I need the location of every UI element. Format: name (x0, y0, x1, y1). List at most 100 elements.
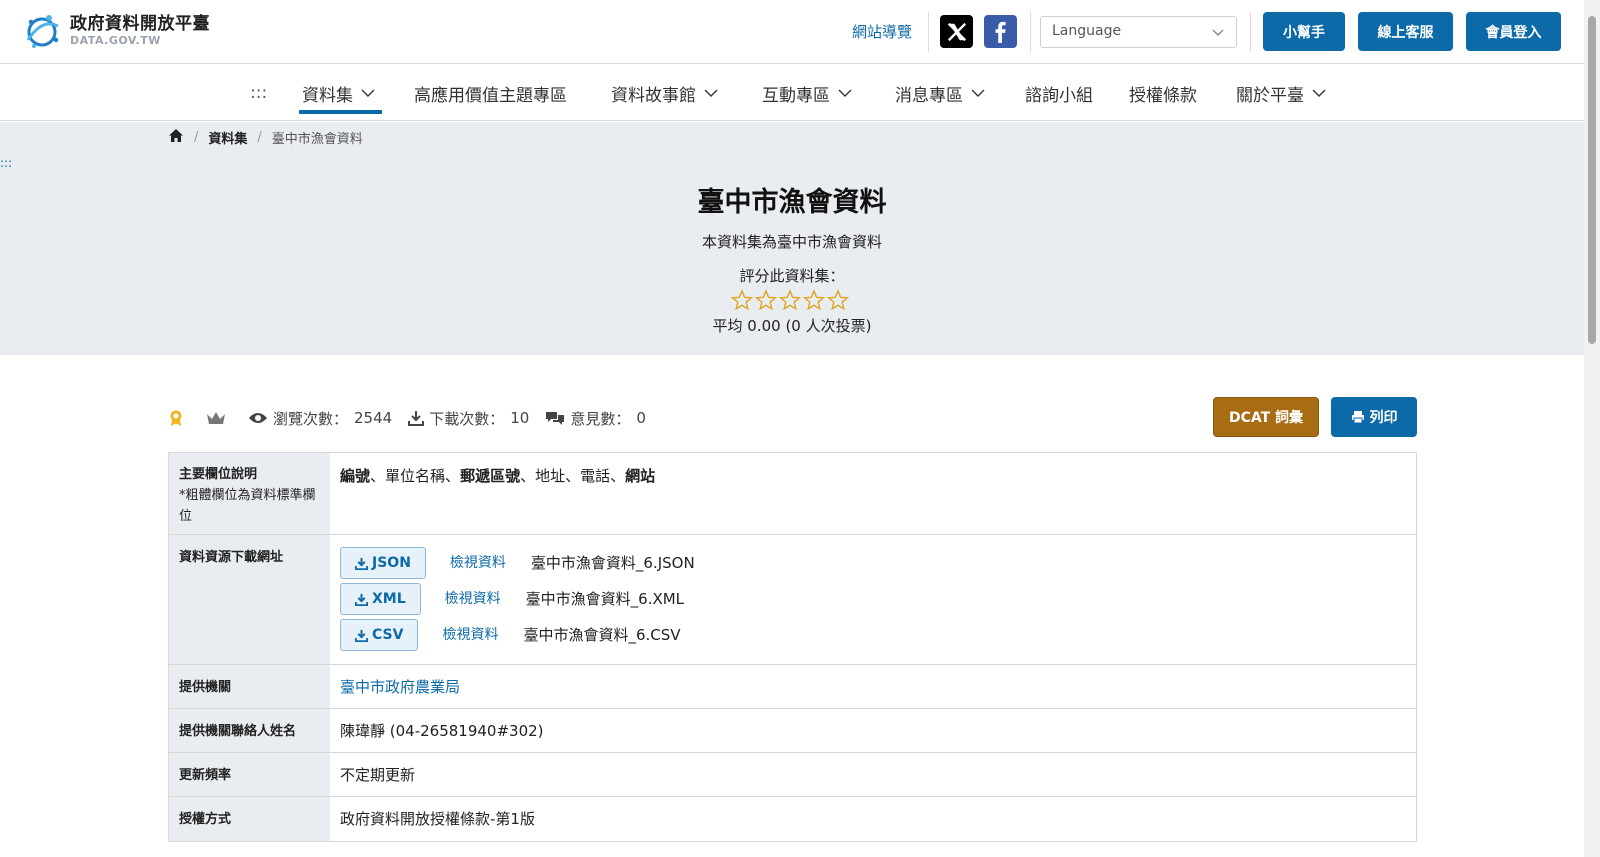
logo-subtitle: DATA.GOV.TW (70, 34, 161, 47)
agency-link[interactable]: 臺中市政府農業局 (340, 678, 460, 696)
star-icon[interactable] (802, 289, 826, 311)
contact-value: 陳瑋靜 (04-26581940#302) (340, 722, 544, 740)
downloads-count: 10 (510, 409, 530, 427)
downloads-stat: 下載次數： 10 (408, 408, 529, 429)
logo-title: 政府資料開放平臺 (70, 14, 210, 34)
frequency-label: 更新頻率 (169, 753, 330, 796)
star-icon[interactable] (826, 289, 850, 311)
download-json-button[interactable]: JSON (340, 547, 426, 579)
license-label: 授權方式 (169, 797, 330, 841)
fields-note: *粗體欄位為資料標準欄位 (179, 488, 316, 524)
download-format: XML (372, 591, 406, 607)
field-name: 、 (370, 467, 386, 485)
breadcrumb-separator: / (257, 130, 262, 145)
resource-filename: 臺中市漁會資料_6.JSON (530, 554, 695, 572)
nav-item-datasets[interactable]: 資料集 (302, 81, 375, 106)
site-logo[interactable]: 政府資料開放平臺 DATA.GOV.TW (22, 10, 210, 52)
agency-label: 提供機關 (169, 665, 330, 708)
nav-item-news[interactable]: 消息專區 (895, 81, 985, 106)
helper-button[interactable]: 小幫手 (1263, 12, 1345, 51)
nav-item-stories[interactable]: 資料故事館 (611, 81, 718, 106)
nav-item-high-value[interactable]: 高應用價值主題專區 (414, 81, 567, 106)
resource-filename: 臺中市漁會資料_6.XML (525, 590, 685, 608)
nav-item-label: 高應用價值主題專區 (414, 85, 567, 106)
star-icon[interactable] (778, 289, 802, 311)
nav-item-label: 資料集 (302, 85, 353, 106)
star-icon[interactable] (730, 289, 754, 311)
nav-item-label: 關於平臺 (1236, 85, 1304, 106)
download-xml-button[interactable]: XML (340, 583, 421, 615)
sitemap-link[interactable]: 網站導覽 (852, 21, 912, 42)
view-data-link[interactable]: 檢視資料 (445, 587, 501, 611)
resource-item: JSON 檢視資料 臺中市漁會資料_6.JSON (340, 545, 1406, 581)
download-icon (355, 593, 368, 606)
field-name: 、 (565, 467, 581, 485)
nav-item-license[interactable]: 授權條款 (1129, 81, 1197, 106)
home-icon[interactable] (168, 128, 184, 147)
comments-icon (546, 412, 565, 425)
quality-badge-icon (168, 409, 189, 427)
login-button[interactable]: 會員登入 (1466, 12, 1561, 51)
contact-label: 提供機關聯絡人姓名 (169, 709, 330, 752)
nav-item-about[interactable]: 關於平臺 (1236, 81, 1326, 106)
chevron-down-icon (1312, 89, 1326, 97)
table-row-frequency: 更新頻率 不定期更新 (169, 753, 1416, 797)
dataset-hero: / 資料集 / 臺中市漁會資料 ::: 臺中市漁會資料 本資料集為臺中市漁會資料… (0, 122, 1584, 355)
nav-item-label: 諮詢小組 (1025, 85, 1093, 106)
breadcrumb-separator: / (194, 130, 199, 145)
star-icon[interactable] (754, 289, 778, 311)
nav-item-advisory[interactable]: 諮詢小組 (1025, 81, 1093, 106)
comments-count: 0 (636, 409, 646, 427)
download-icon (408, 411, 425, 426)
field-name: 地址 (535, 467, 566, 485)
downloads-label: 下載次數： (429, 409, 505, 428)
breadcrumb: / 資料集 / 臺中市漁會資料 (168, 128, 363, 147)
view-data-link[interactable]: 檢視資料 (450, 551, 506, 575)
chevron-down-icon (838, 89, 852, 97)
chevron-down-icon (361, 89, 375, 97)
rating-label: 評分此資料集： (739, 267, 845, 285)
online-support-button[interactable]: 線上客服 (1358, 12, 1453, 51)
scrollbar-thumb[interactable] (1588, 16, 1596, 344)
views-label: 瀏覽次數： (273, 409, 349, 428)
dataset-stats: 瀏覽次數： 2544 下載次數： 10 意見數： 0 (168, 402, 662, 434)
chevron-down-icon (1212, 26, 1224, 42)
content-skip-anchor[interactable]: ::: (0, 156, 12, 170)
field-name: 、 (520, 467, 536, 485)
main-nav: ::: 資料集 高應用價值主題專區 資料故事館 互動專區 消息專區 諮詢小組 授… (0, 64, 1584, 121)
field-name: 郵遞區號 (460, 467, 521, 485)
field-name: 編號 (340, 467, 371, 485)
resource-filename: 臺中市漁會資料_6.CSV (523, 626, 681, 644)
breadcrumb-datasets[interactable]: 資料集 (208, 128, 247, 147)
field-name: 電話 (580, 467, 611, 485)
page-scrollbar[interactable] (1584, 0, 1600, 857)
nav-skip-anchor[interactable]: ::: (250, 81, 267, 105)
facebook-icon[interactable] (984, 15, 1017, 48)
view-data-link[interactable]: 檢視資料 (442, 623, 498, 647)
download-icon (355, 629, 368, 642)
rating-stars (730, 289, 850, 311)
dataset-info-table: 主要欄位說明 *粗體欄位為資料標準欄位 編號、單位名稱、郵遞區號、地址、電話、網… (168, 452, 1417, 842)
printer-icon (1351, 411, 1364, 424)
nav-item-interactive[interactable]: 互動專區 (762, 81, 852, 106)
download-format: CSV (372, 627, 404, 643)
field-name: 、 (445, 467, 461, 485)
language-select[interactable]: Language (1040, 16, 1237, 48)
nav-active-indicator (299, 110, 382, 114)
download-csv-button[interactable]: CSV (340, 619, 419, 651)
site-header: 政府資料開放平臺 DATA.GOV.TW 網站導覽 Language 小幫手 線… (0, 0, 1584, 64)
language-select-value: Language (1052, 23, 1122, 39)
comments-label: 意見數： (570, 409, 631, 428)
fields-list: 編號、單位名稱、郵遞區號、地址、電話、網站 (330, 453, 1416, 534)
views-count: 2544 (354, 409, 393, 427)
field-name: 網站 (625, 467, 656, 485)
fields-label: 主要欄位說明 (179, 467, 258, 482)
print-button[interactable]: 列印 (1331, 397, 1417, 437)
nav-item-label: 消息專區 (895, 85, 963, 106)
dcat-vocabulary-button[interactable]: DCAT 詞彙 (1213, 397, 1319, 437)
chevron-down-icon (971, 89, 985, 97)
download-icon (355, 557, 368, 570)
field-name: 、 (610, 467, 626, 485)
x-twitter-icon[interactable] (940, 15, 973, 48)
nav-item-label: 互動專區 (762, 85, 830, 106)
